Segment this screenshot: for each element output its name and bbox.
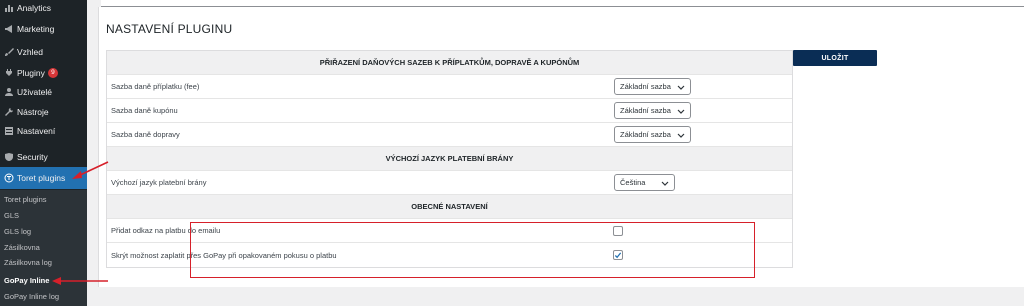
settings-icon <box>3 125 14 136</box>
table-row: Sazba daně příplatku (fee) Základní sazb… <box>107 75 792 99</box>
submenu-item-gls-log[interactable]: GLS log <box>4 227 31 236</box>
hide-gopay-retry-checkbox[interactable] <box>613 250 623 260</box>
chevron-down-icon <box>677 107 685 115</box>
shipping-tax-select[interactable]: Základní sazba <box>614 126 691 143</box>
save-button[interactable]: ULOŽIT <box>793 50 877 66</box>
table-row: Výchozí jazyk platební brány Čeština <box>107 171 792 195</box>
admin-sidebar: Analytics Marketing Vzhled Pluginy 9 Uži… <box>0 0 87 306</box>
coupon-tax-select[interactable]: Základní sazba <box>614 102 691 119</box>
submenu-item-zasilkovna-log[interactable]: Zásilkovna log <box>4 258 52 267</box>
shield-icon <box>3 151 14 162</box>
shipping-tax-label: Sazba daně dopravy <box>111 130 180 139</box>
hide-gopay-retry-label: Skrýt možnost zaplatit přes GoPay při op… <box>111 250 337 260</box>
sidebar-item-analytics[interactable]: Analytics <box>0 0 87 18</box>
wrench-icon <box>3 106 14 117</box>
sidebar-item-marketing[interactable]: Marketing <box>0 18 87 39</box>
email-link-label: Přidat odkaz na platbu do emailu <box>111 226 221 235</box>
coupon-tax-label: Sazba daně kupónu <box>111 106 178 115</box>
table-row: Sazba daně dopravy Základní sazba <box>107 123 792 147</box>
fee-tax-label: Sazba daně příplatku (fee) <box>111 82 200 91</box>
sidebar-item-pluginy[interactable]: Pluginy 9 <box>0 62 87 83</box>
email-link-checkbox[interactable] <box>613 225 623 236</box>
section-heading-general: OBECNÉ NASTAVENÍ <box>107 195 792 219</box>
chevron-down-icon <box>677 131 685 139</box>
top-input-strip <box>101 0 1024 7</box>
settings-table: PŘIŘAZENÍ DAŇOVÝCH SAZEB K PŘÍPLATKŮM, D… <box>106 50 793 268</box>
analytics-icon <box>3 2 14 13</box>
chevron-down-icon <box>661 179 669 187</box>
brush-icon <box>3 46 14 57</box>
submenu-item-gopay-inline[interactable]: GoPay Inline <box>4 276 49 285</box>
gateway-language-label: Výchozí jazyk platební brány <box>111 178 207 187</box>
sidebar-item-nastroje[interactable]: Nástroje <box>0 101 87 122</box>
table-row: Skrýt možnost zaplatit přes GoPay při op… <box>107 243 792 267</box>
submenu-item-gopay-inline-log[interactable]: GoPay Inline log <box>4 292 59 301</box>
section-heading-language: VÝCHOZÍ JAZYK PLATEBNÍ BRÁNY <box>107 147 792 171</box>
user-icon <box>3 86 14 97</box>
update-count-badge: 9 <box>47 67 58 78</box>
sidebar-item-toret-plugins[interactable]: Toret plugins <box>0 167 87 189</box>
fee-tax-select[interactable]: Základní sazba <box>614 78 691 95</box>
sidebar-item-security[interactable]: Security <box>0 146 87 167</box>
table-row: Sazba daně kupónu Základní sazba <box>107 99 792 123</box>
submenu-item-zasilkovna[interactable]: Zásilkovna <box>4 243 40 252</box>
table-row: Přidat odkaz na platbu do emailu <box>107 219 792 243</box>
toret-submenu: Toret plugins GLS GLS log Zásilkovna Zás… <box>0 190 87 306</box>
submenu-item-gls[interactable]: GLS <box>4 211 19 220</box>
chevron-down-icon <box>677 83 685 91</box>
gateway-language-select[interactable]: Čeština <box>614 174 675 191</box>
sidebar-item-nastaveni[interactable]: Nastavení <box>0 120 87 141</box>
submenu-item-toret-plugins[interactable]: Toret plugins <box>4 195 47 204</box>
checkmark-icon <box>614 251 622 258</box>
main-content: NASTAVENÍ PLUGINU PŘIŘAZENÍ DAŇOVÝCH SAZ… <box>87 0 1024 306</box>
section-heading-tax: PŘIŘAZENÍ DAŇOVÝCH SAZEB K PŘÍPLATKŮM, D… <box>107 51 792 75</box>
sidebar-item-uzivatele[interactable]: Uživatelé <box>0 81 87 102</box>
sidebar-item-vzhled[interactable]: Vzhled <box>0 41 87 62</box>
toret-logo-icon <box>3 173 14 184</box>
page-title: NASTAVENÍ PLUGINU <box>106 22 233 36</box>
megaphone-icon <box>3 23 14 34</box>
plugin-icon <box>3 67 14 78</box>
